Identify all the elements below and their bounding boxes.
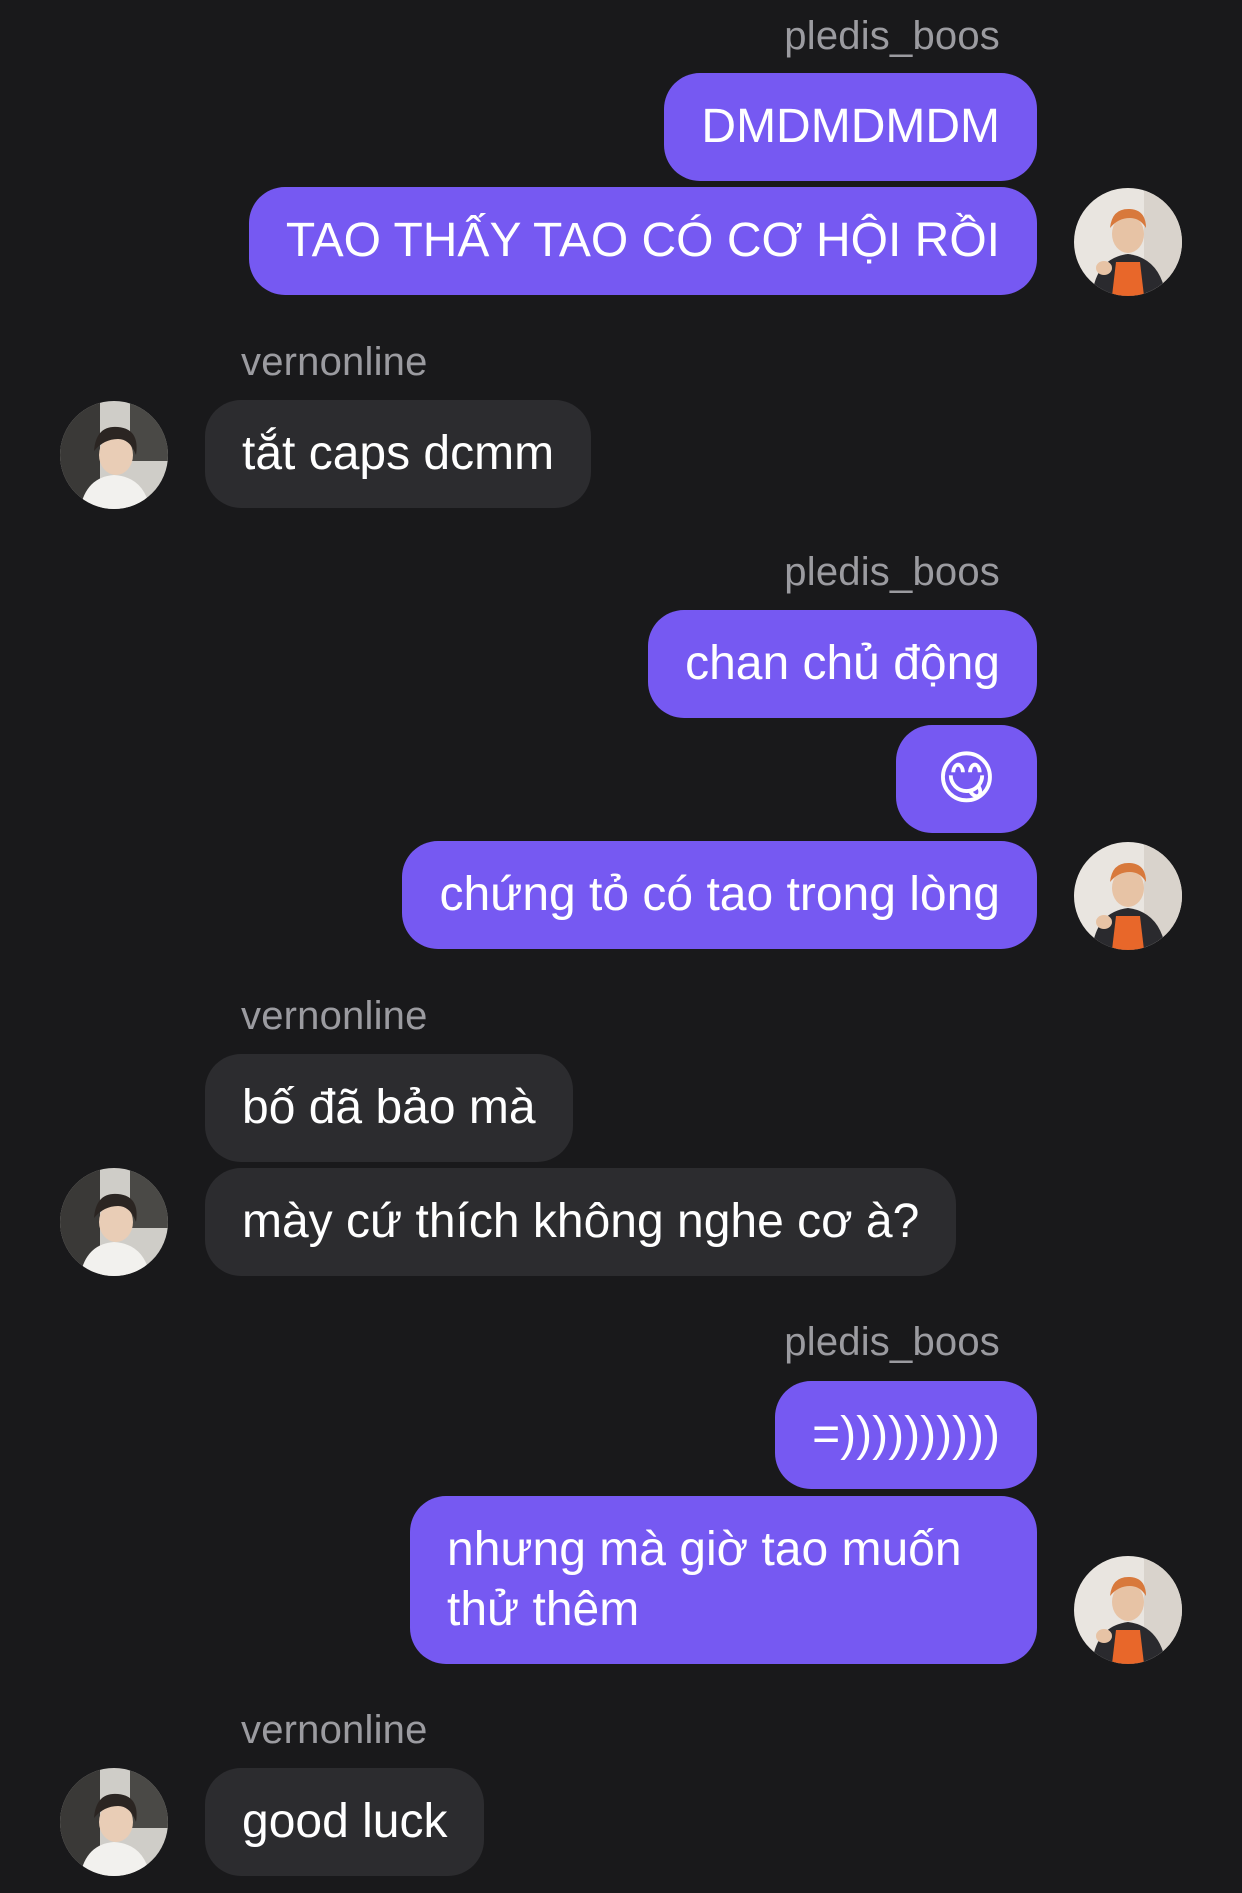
avatar-vernonline-icon[interactable] bbox=[60, 1768, 168, 1876]
message-bubble-incoming[interactable]: mày cứ thích không nghe cơ à? bbox=[205, 1168, 957, 1276]
message-bubble-outgoing[interactable]: DMDMDMDM bbox=[664, 73, 1037, 181]
avatar-pledis-boos-icon[interactable] bbox=[1074, 188, 1182, 296]
sender-name: pledis_boos bbox=[784, 550, 1000, 594]
message-bubble-outgoing[interactable]: 😋 bbox=[896, 725, 1037, 833]
sender-name: pledis_boos bbox=[784, 1320, 1000, 1364]
message-bubble-incoming[interactable]: good luck bbox=[205, 1768, 485, 1876]
avatar-pledis-boos-icon[interactable] bbox=[1074, 1556, 1182, 1664]
message-bubble-incoming[interactable]: bố đã bảo mà bbox=[205, 1054, 573, 1162]
message-bubble-outgoing[interactable]: chứng tỏ có tao trong lòng bbox=[402, 841, 1037, 949]
message-bubble-outgoing[interactable]: chan chủ động bbox=[648, 610, 1037, 718]
avatar-pledis-boos-icon[interactable] bbox=[1074, 842, 1182, 950]
avatar-vernonline-icon[interactable] bbox=[60, 401, 168, 509]
sender-name: vernonline bbox=[241, 994, 428, 1038]
savoring-food-emoji: 😋 bbox=[936, 746, 997, 811]
message-bubble-outgoing[interactable]: TAO THẤY TAO CÓ CƠ HỘI RỒI bbox=[248, 187, 1037, 295]
message-bubble-outgoing[interactable]: =)))))))))) bbox=[775, 1381, 1037, 1489]
sender-name: vernonline bbox=[241, 1708, 428, 1752]
sender-name: vernonline bbox=[241, 340, 428, 384]
message-bubble-incoming[interactable]: tắt caps dcmm bbox=[205, 400, 592, 508]
avatar-vernonline-icon[interactable] bbox=[60, 1168, 168, 1276]
message-bubble-outgoing[interactable]: nhưng mà giờ tao muốn thử thêm bbox=[410, 1496, 1037, 1664]
sender-name: pledis_boos bbox=[784, 14, 1000, 58]
